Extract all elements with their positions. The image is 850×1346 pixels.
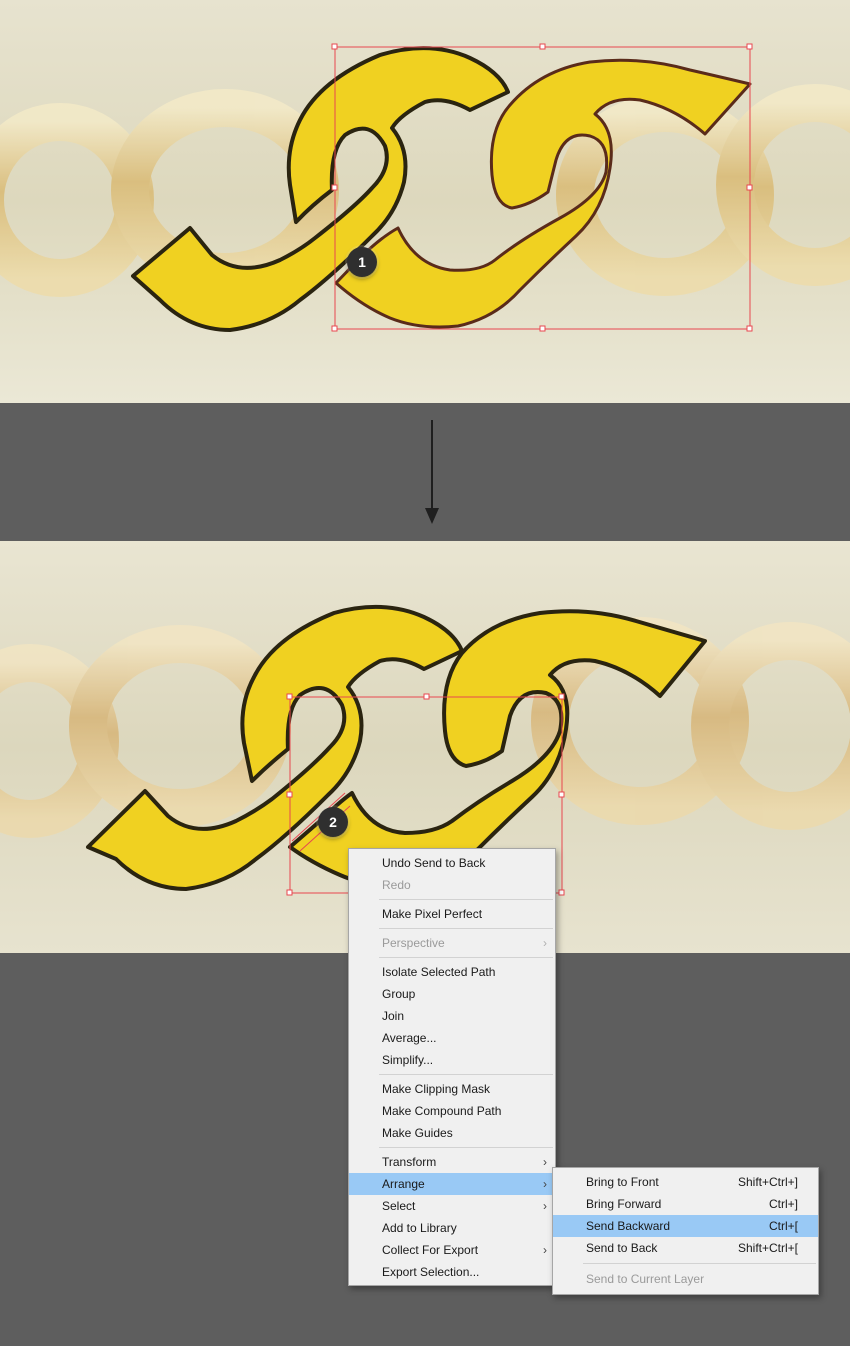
menu-item-export-selection[interactable]: Export Selection... (349, 1261, 555, 1283)
menu-item-label: Send to Back (586, 1241, 658, 1255)
menu-item-label: Add to Library (382, 1221, 457, 1235)
menu-item-label: Send to Current Layer (586, 1272, 705, 1286)
menu-item-label: Arrange (382, 1177, 425, 1191)
step-badge-2: 2 (318, 807, 348, 837)
menu-item-shortcut: Shift+Ctrl+[ (737, 1241, 798, 1255)
submenu-item-send-backward[interactable]: Send Backward Ctrl+[ (553, 1215, 818, 1237)
menu-item-shortcut: Ctrl+] (768, 1197, 798, 1211)
menu-item-label: Redo (382, 878, 411, 892)
menu-separator (379, 928, 553, 929)
menu-item-select[interactable]: Select › (349, 1195, 555, 1217)
submenu-item-bring-to-front[interactable]: Bring to Front Shift+Ctrl+] (553, 1171, 818, 1193)
menu-item-join[interactable]: Join (349, 1005, 555, 1027)
menu-item-label: Group (382, 987, 416, 1001)
step-badge-1: 1 (347, 247, 377, 277)
menu-item-collect-for-export[interactable]: Collect For Export › (349, 1239, 555, 1261)
menu-item-label: Export Selection... (382, 1265, 480, 1279)
menu-item-shortcut: Shift+Ctrl+] (737, 1175, 798, 1189)
menu-item-make-clipping-mask[interactable]: Make Clipping Mask (349, 1078, 555, 1100)
menu-item-arrange[interactable]: Arrange › (349, 1173, 555, 1195)
menu-item-add-to-library[interactable]: Add to Library (349, 1217, 555, 1239)
context-menu: Undo Send to Back Redo Make Pixel Perfect P… (348, 848, 556, 1286)
menu-item-label: Select (382, 1199, 416, 1213)
menu-item-label: Average... (382, 1031, 437, 1045)
chevron-right-icon: › (543, 1243, 547, 1257)
menu-item-undo-send-to-back[interactable]: Undo Send to Back (349, 852, 555, 874)
menu-item-label: Make Guides (382, 1126, 453, 1140)
menu-separator (379, 899, 553, 900)
menu-item-isolate-selected-path[interactable]: Isolate Selected Path (349, 961, 555, 983)
arrange-submenu: Bring to Front Shift+Ctrl+] Bring Forward C… (552, 1167, 819, 1295)
menu-item-label: Make Compound Path (382, 1104, 502, 1118)
canvas-before (0, 0, 850, 403)
menu-item-label: Undo Send to Back (382, 856, 486, 870)
arrow-down-icon (425, 420, 439, 524)
menu-item-label: Join (382, 1009, 405, 1023)
menu-item-label: Make Pixel Perfect (382, 907, 483, 921)
submenu-item-send-to-back[interactable]: Send to Back Shift+Ctrl+[ (553, 1237, 818, 1259)
menu-separator (379, 957, 553, 958)
menu-item-label: Simplify... (382, 1053, 434, 1067)
chevron-right-icon: › (543, 1177, 547, 1191)
menu-item-transform[interactable]: Transform › (349, 1151, 555, 1173)
menu-item-simplify[interactable]: Simplify... (349, 1049, 555, 1071)
chevron-right-icon: › (543, 1155, 547, 1169)
menu-separator (583, 1263, 816, 1264)
menu-item-label: Transform (382, 1155, 437, 1169)
menu-item-label: Make Clipping Mask (382, 1082, 491, 1096)
menu-item-redo: Redo (349, 874, 555, 896)
menu-separator (379, 1074, 553, 1075)
submenu-item-bring-forward[interactable]: Bring Forward Ctrl+] (553, 1193, 818, 1215)
menu-item-label: Send Backward (586, 1219, 671, 1233)
menu-separator (379, 1147, 553, 1148)
submenu-item-send-to-current-layer: Send to Current Layer (553, 1268, 818, 1290)
menu-item-label: Perspective (382, 936, 445, 950)
chevron-right-icon: › (543, 1199, 547, 1213)
menu-item-shortcut: Ctrl+[ (768, 1219, 798, 1233)
menu-item-average[interactable]: Average... (349, 1027, 555, 1049)
menu-item-label: Bring Forward (586, 1197, 662, 1211)
menu-item-make-guides[interactable]: Make Guides (349, 1122, 555, 1144)
menu-item-label: Bring to Front (586, 1175, 659, 1189)
menu-item-label: Isolate Selected Path (382, 965, 496, 979)
chevron-right-icon: › (543, 936, 547, 950)
artboard-before: 1 (0, 0, 850, 403)
menu-item-label: Collect For Export (382, 1243, 479, 1257)
menu-item-make-compound-path[interactable]: Make Compound Path (349, 1100, 555, 1122)
menu-item-make-pixel-perfect[interactable]: Make Pixel Perfect (349, 903, 555, 925)
menu-item-group[interactable]: Group (349, 983, 555, 1005)
menu-item-perspective: Perspective › (349, 932, 555, 954)
